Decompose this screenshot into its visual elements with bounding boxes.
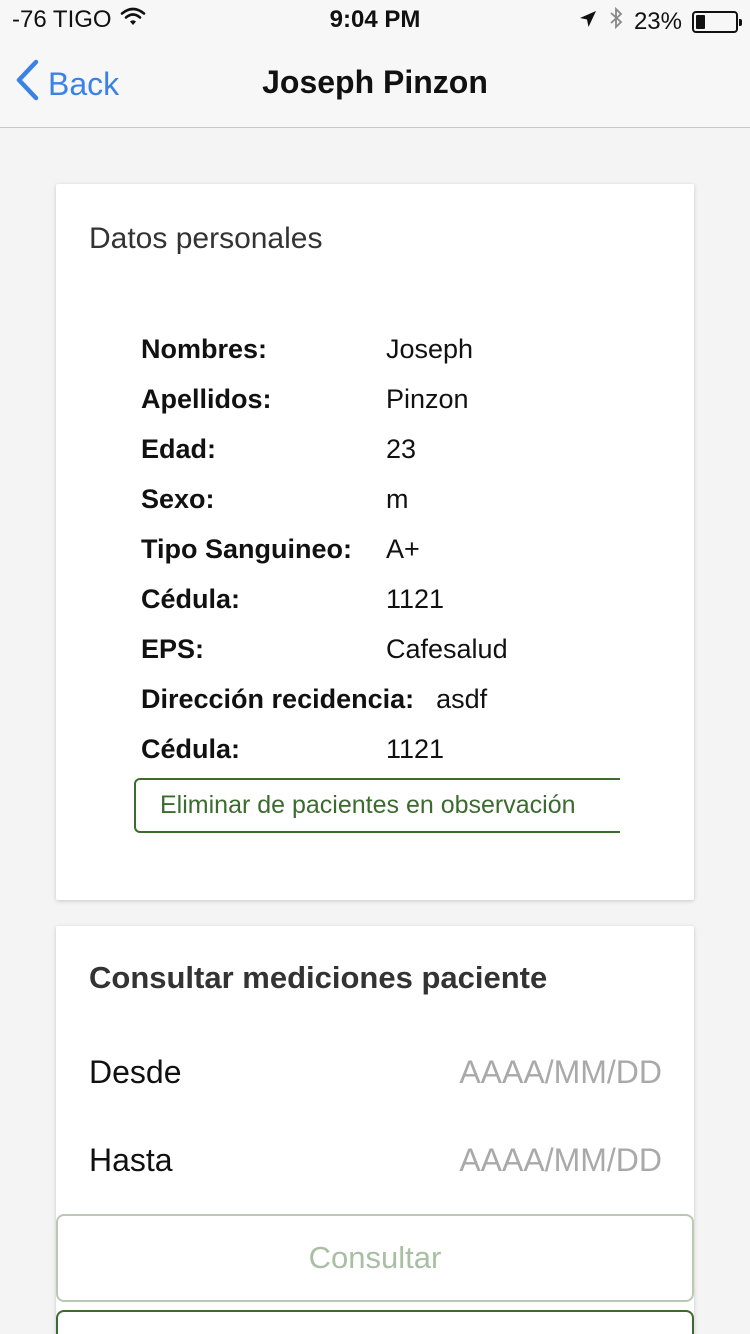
- info-row-tipo-sanguineo: Tipo Sanguineo: A+: [141, 524, 508, 574]
- info-row-nombres: Nombres: Joseph: [141, 324, 508, 374]
- info-value: Cafesalud: [386, 633, 508, 664]
- hasta-label: Hasta: [89, 1141, 173, 1178]
- main-content[interactable]: Datos personales Nombres: Joseph Apellid…: [0, 128, 750, 1334]
- hasta-input[interactable]: [402, 1141, 662, 1179]
- desde-field: Desde: [89, 1042, 662, 1102]
- personal-data-card: Datos personales Nombres: Joseph Apellid…: [56, 184, 694, 900]
- personal-info-list: Nombres: Joseph Apellidos: Pinzon Edad: …: [141, 324, 508, 774]
- info-label: Dirección recidencia:: [141, 683, 415, 714]
- info-label: Tipo Sanguineo:: [141, 533, 352, 564]
- info-label: Apellidos:: [141, 383, 272, 414]
- status-bar: -76 TIGO 9:04 PM 23%: [0, 0, 750, 40]
- battery-percent: 23%: [633, 7, 682, 35]
- info-value: 1121: [386, 733, 445, 764]
- info-value: A+: [386, 533, 420, 564]
- measurements-query-title: Consultar mediciones paciente: [89, 960, 548, 995]
- remove-observation-button[interactable]: Eliminar de pacientes en observación: [134, 778, 620, 833]
- measurements-query-card: Consultar mediciones paciente Desde Hast…: [56, 926, 694, 1334]
- location-arrow-icon: [578, 8, 598, 36]
- info-row-cedula-2: Cédula: 1121: [141, 724, 508, 774]
- page-title: Joseph Pinzon: [262, 64, 488, 100]
- info-label: Edad:: [141, 433, 217, 464]
- info-label: Cédula:: [141, 733, 241, 764]
- info-value: m: [386, 483, 409, 514]
- battery-fill: [696, 14, 705, 29]
- info-row-eps: EPS: Cafesalud: [141, 624, 508, 674]
- info-row-cedula: Cédula: 1121: [141, 574, 508, 624]
- info-value: Pinzon: [386, 383, 469, 414]
- battery-icon: [692, 10, 742, 33]
- desde-label: Desde: [89, 1053, 182, 1090]
- desde-input[interactable]: [402, 1053, 662, 1091]
- info-row-edad: Edad: 23: [141, 424, 508, 474]
- secondary-button[interactable]: [56, 1310, 694, 1334]
- info-row-direccion: Dirección recidencia: asdf: [141, 674, 508, 724]
- personal-data-title: Datos personales: [89, 222, 323, 255]
- info-label: EPS:: [141, 633, 205, 664]
- info-label: Sexo:: [141, 483, 215, 514]
- hasta-field: Hasta: [89, 1130, 662, 1190]
- info-value: asdf: [436, 683, 488, 714]
- info-label: Cédula:: [141, 583, 241, 614]
- status-right: 23%: [578, 6, 742, 37]
- info-value: 1121: [386, 583, 445, 614]
- info-value: Joseph: [386, 333, 474, 364]
- bluetooth-icon: [608, 6, 624, 37]
- info-row-apellidos: Apellidos: Pinzon: [141, 374, 508, 424]
- navigation-bar: Back Joseph Pinzon: [0, 40, 750, 128]
- info-label: Nombres:: [141, 333, 268, 364]
- info-row-sexo: Sexo: m: [141, 474, 508, 524]
- info-value: 23: [386, 433, 417, 464]
- consultar-button[interactable]: Consultar: [56, 1214, 694, 1302]
